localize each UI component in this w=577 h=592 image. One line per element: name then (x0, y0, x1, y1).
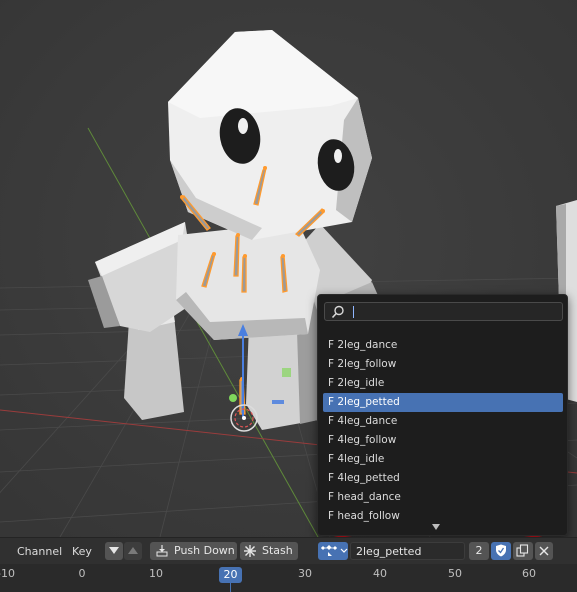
push-down-icon (156, 545, 168, 557)
action-search-input[interactable] (324, 302, 563, 321)
action-name-value: 2leg_petted (356, 545, 422, 558)
triangle-down-icon (109, 547, 119, 554)
action-icon (321, 545, 337, 556)
action-name-field[interactable]: 2leg_petted (350, 542, 465, 560)
unlink-action-button[interactable] (535, 542, 553, 560)
close-icon (539, 546, 549, 556)
stash-icon (244, 545, 256, 557)
stash-button[interactable]: Stash (240, 542, 298, 560)
duplicate-icon (516, 544, 529, 557)
user-count: 2 (475, 544, 483, 557)
action-item[interactable]: F 2leg_dance (323, 336, 563, 355)
timeline-ruler[interactable]: -10 0 10 30 40 50 60 20 (0, 564, 577, 592)
action-item-selected[interactable]: F 2leg_petted (323, 393, 563, 412)
action-item[interactable]: F 2leg_idle (323, 374, 563, 393)
action-item[interactable]: F 4leg_follow (323, 431, 563, 450)
move-up-button[interactable] (124, 542, 142, 560)
triangle-up-icon (128, 547, 138, 554)
text-cursor (353, 306, 354, 318)
frame-tick: 40 (373, 567, 387, 580)
push-down-arrow-button[interactable] (105, 542, 123, 560)
fake-user-toggle[interactable] (491, 542, 511, 560)
action-item[interactable]: F 4leg_dance (323, 412, 563, 431)
user-count-button[interactable]: 2 (469, 542, 489, 560)
action-item[interactable]: F head_follow (323, 507, 563, 526)
shield-icon (496, 544, 506, 557)
action-item[interactable]: F 2leg_follow (323, 355, 563, 374)
frame-tick: -10 (0, 567, 15, 580)
action-list: F 2leg_dance F 2leg_follow F 2leg_idle F… (323, 336, 563, 526)
frame-tick: 60 (522, 567, 536, 580)
stash-label: Stash (262, 544, 293, 557)
frame-tick: 50 (448, 567, 462, 580)
search-icon (331, 305, 344, 319)
push-down-label: Push Down (174, 544, 235, 557)
action-item[interactable]: F 4leg_petted (323, 469, 563, 488)
chevron-down-icon[interactable] (432, 524, 440, 530)
key-menu[interactable]: Key (72, 545, 92, 558)
frame-tick: 0 (78, 567, 86, 580)
browse-action-button[interactable] (318, 542, 348, 560)
action-editor-header: Channel Key Push Down Stash 2leg_petted … (0, 537, 577, 564)
action-item[interactable]: F 4leg_idle (323, 450, 563, 469)
action-item[interactable]: F head_dance (323, 488, 563, 507)
push-down-button[interactable]: Push Down (150, 542, 237, 560)
action-search-dropdown: F 2leg_dance F 2leg_follow F 2leg_idle F… (317, 294, 568, 536)
chevron-down-icon (340, 548, 348, 553)
current-frame-indicator[interactable]: 20 (219, 567, 242, 583)
frame-tick: 30 (298, 567, 312, 580)
channel-menu[interactable]: Channel (17, 545, 62, 558)
new-action-button[interactable] (513, 542, 533, 560)
playhead-line (230, 583, 231, 592)
frame-tick: 10 (149, 567, 163, 580)
